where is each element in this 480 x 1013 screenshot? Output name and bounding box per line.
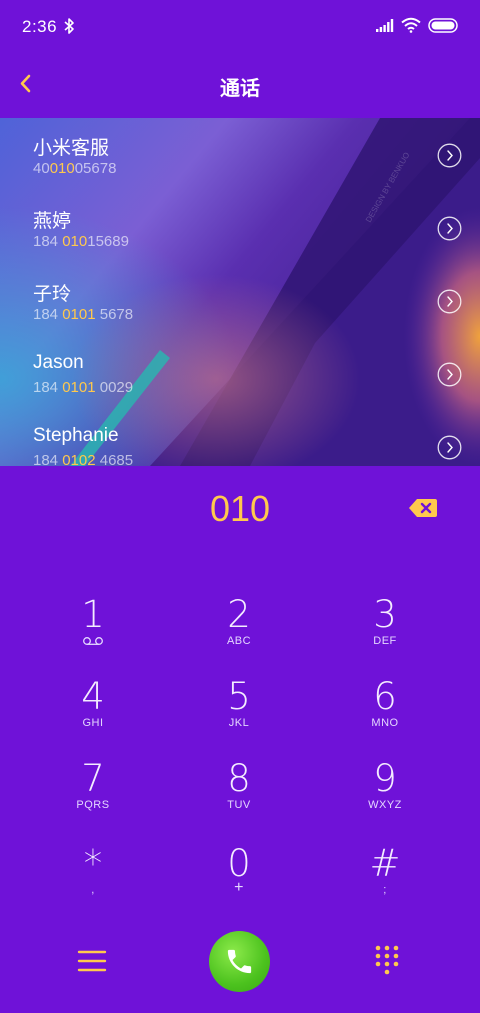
key-digit: # xyxy=(369,842,401,885)
key-1[interactable]: 1 xyxy=(33,596,153,668)
key-7[interactable]: 7 PQRS xyxy=(33,760,153,832)
chevron-circle-right-icon[interactable] xyxy=(437,362,462,387)
delete-button[interactable] xyxy=(408,497,438,519)
chevron-circle-right-icon[interactable] xyxy=(437,216,462,241)
key-digit: 8 xyxy=(227,757,251,800)
contact-number: 4001005678 xyxy=(33,160,117,177)
key-digit: * xyxy=(83,842,103,885)
signal-icon xyxy=(376,19,394,32)
contact-name: 小米客服 xyxy=(33,138,110,159)
key-digit: 3 xyxy=(373,593,397,636)
key-star[interactable]: * , xyxy=(33,845,153,917)
key-4[interactable]: 4 GHI xyxy=(33,678,153,750)
key-letters: ABC xyxy=(226,635,252,647)
chevron-circle-right-icon[interactable] xyxy=(437,143,462,168)
contact-number: 184 0102 4685 xyxy=(33,452,134,466)
key-digit: 2 xyxy=(227,593,251,636)
key-hash[interactable]: # ; xyxy=(325,845,445,917)
key-8[interactable]: 8 TUV xyxy=(179,760,299,832)
status-time: 2:36 xyxy=(22,17,58,36)
key-6[interactable]: 6 MNO xyxy=(325,678,445,750)
key-letters: JKL xyxy=(228,717,250,729)
nav-bar: 通话 xyxy=(0,52,480,118)
key-digit: 7 xyxy=(81,757,105,800)
key-2[interactable]: 2 ABC xyxy=(179,596,299,668)
key-letters: , xyxy=(91,884,95,896)
contact-name: 子玲 xyxy=(33,284,72,305)
bluetooth-icon xyxy=(64,18,74,34)
key-letters: GHI xyxy=(82,717,104,729)
menu-button[interactable] xyxy=(74,946,110,976)
contact-name: 燕婷 xyxy=(33,211,72,232)
voicemail-icon xyxy=(83,637,103,645)
contact-number: 184 0101 0029 xyxy=(33,379,134,396)
dialpad-toggle-button[interactable] xyxy=(370,943,404,977)
contact-name: Stephanie xyxy=(33,425,119,446)
key-5[interactable]: 5 JKL xyxy=(179,678,299,750)
key-digit: 6 xyxy=(373,675,397,718)
key-digit: 0 xyxy=(227,842,251,885)
key-letters: MNO xyxy=(371,717,399,729)
dialpad-icon xyxy=(375,945,399,975)
chevron-circle-right-icon[interactable] xyxy=(437,435,462,460)
key-letters: PQRS xyxy=(76,799,110,811)
key-letters: DEF xyxy=(373,635,397,647)
backspace-icon xyxy=(409,499,437,517)
key-letters: WXYZ xyxy=(368,799,402,811)
contact-row[interactable]: Stephanie 184 0102 4685 xyxy=(0,410,480,466)
key-digit: 5 xyxy=(227,675,251,718)
phone-icon xyxy=(227,949,252,974)
key-letters: TUV xyxy=(227,799,251,811)
key-digit: 1 xyxy=(81,593,105,636)
key-digit: 9 xyxy=(373,757,397,800)
call-button[interactable] xyxy=(209,931,270,992)
key-9[interactable]: 9 WXYZ xyxy=(325,760,445,832)
chevron-circle-right-icon[interactable] xyxy=(437,289,462,314)
key-letters: ; xyxy=(383,884,387,896)
key-0[interactable]: 0 + xyxy=(179,845,299,917)
contact-row[interactable]: 子玲 184 0101 5678 xyxy=(0,264,480,337)
contact-row[interactable]: 燕婷 184 01015689 xyxy=(0,191,480,264)
menu-icon xyxy=(77,950,107,972)
contact-row[interactable]: 小米客服 4001005678 xyxy=(0,118,480,191)
page-title: 通话 xyxy=(220,78,260,100)
key-digit: 4 xyxy=(81,675,105,718)
key-3[interactable]: 3 DEF xyxy=(325,596,445,668)
contact-number: 184 0101 5678 xyxy=(33,306,134,323)
contact-row[interactable]: Jason 184 0101 0029 xyxy=(0,337,480,410)
contact-suggestions: DESIGN BY BENKUO 小米客服 4001005678 燕婷 184 … xyxy=(0,118,480,466)
contact-name: Jason xyxy=(33,352,84,373)
status-bar: 2:36 xyxy=(0,0,480,52)
wifi-icon xyxy=(401,17,421,33)
battery-icon xyxy=(428,18,458,33)
contact-number: 184 01015689 xyxy=(33,233,129,250)
key-letters: + xyxy=(234,879,244,896)
